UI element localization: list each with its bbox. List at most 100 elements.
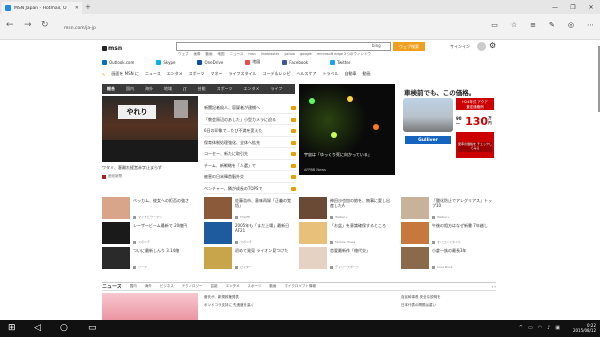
service-link[interactable]: 地図 [245,59,260,65]
category-tab[interactable]: エンタメ [244,86,260,92]
headline-item[interactable]: 「教会周辺のあした」小型カメラに迫る [204,114,296,125]
search-icon[interactable]: ○ [60,323,68,333]
hub-icon[interactable]: ≡ [530,21,536,29]
share-icon[interactable]: ◎ [568,21,574,29]
category-tab[interactable]: 海外 [145,86,153,92]
category-tab[interactable]: スポーツ [217,86,233,92]
quick-link[interactable]: yahoo [284,52,295,57]
news-card[interactable]: 初めて発見 ライオン見つけた ロイター [204,247,296,270]
headline-item[interactable]: 被害の日米韓首脳外交 [204,171,296,183]
bottom-headline[interactable]: 菅氏が、新規政権発表 [204,294,239,300]
news-tab[interactable]: エンタメ [226,284,240,289]
news-card[interactable]: 神田沙也加の娘を、無事に愛し出産したA Walker+ [299,197,391,220]
battery-icon[interactable]: ▭ [528,325,533,331]
favorites-icon[interactable]: ☆ [511,21,517,29]
back-icon[interactable]: ← [6,20,14,30]
quick-link[interactable]: google [300,52,312,57]
topnav-item[interactable]: スポーツ [189,71,205,77]
news-card[interactable]: レーザービーム最新で 20億円 スポニチ [102,222,194,245]
category-tab[interactable]: 地域 [164,86,172,92]
msn-logo[interactable]: msn [102,45,122,52]
quick-link[interactable]: 地図 [218,52,225,57]
topnav-item[interactable]: コーデ＆レシピ [263,71,291,77]
quick-link[interactable]: 画像 [194,52,201,57]
service-link[interactable]: Twitter [330,59,351,65]
signin-link[interactable]: サインイン [450,44,470,50]
minimize-icon[interactable]: — [546,0,564,14]
service-link[interactable]: Skype [156,59,175,65]
feature-image[interactable]: 宇宙は「ゆっくり死に向かっている」 AFPBB News [299,84,395,175]
news-card[interactable]: 恋愛最新作「億代交」 デイリースポーツ [299,247,391,270]
windows-start-icon[interactable]: ⊞ [8,323,16,333]
news-card[interactable]: 2005年も「まだ上場」最新日 AF21 スポニチ [204,222,296,245]
service-link[interactable]: OneDrive [197,59,223,65]
headline-item[interactable]: 保育体制処理強化、全体へ拡充 [204,137,296,148]
quick-link[interactable]: microsoft edge 2つのウィンドウ [317,52,371,57]
hero-caption[interactable]: ワタミ、客離れ経営赤字止まらず [102,165,198,171]
news-tab[interactable]: 国内 [130,284,137,289]
news-card[interactable]: ベッカム、彼女への拒否の強さ マイナビウーマン [102,197,194,220]
quick-link[interactable]: lineblaster [261,52,279,57]
headline-item[interactable]: チーム、新戦略を「人選」で [204,160,296,171]
task-view-icon[interactable]: ▭ [88,323,97,333]
refresh-icon[interactable]: ↻ [41,20,49,30]
category-tab[interactable]: 国内 [126,86,134,92]
ad-cta-button[interactable]: 愛車の価格を チェックしてみる [458,142,492,152]
quick-link[interactable]: ニュース [230,52,244,57]
url-text[interactable]: msn.com/ja-jp [64,26,96,31]
more-icon[interactable]: ⋯ [587,21,594,29]
web-search-button[interactable]: ウェブ検索 [393,42,425,51]
category-tab[interactable]: 総合 [107,86,115,92]
reading-view-icon[interactable]: ▭ [491,21,498,29]
note-icon[interactable]: ✎ [549,21,555,29]
category-tab[interactable]: IT [183,87,187,92]
news-tab[interactable]: 動画 [269,284,276,289]
bottom-headline[interactable]: ポンドコラ支持に 先進度を高く [204,302,254,308]
service-link[interactable]: Outlook.com [102,59,134,65]
topnav-item[interactable]: マネー [211,71,223,77]
topnav-item[interactable]: ヘルスケア [297,71,317,77]
clock[interactable]: 0:22 2015/08/12 [573,323,596,333]
news-tab[interactable]: 芸能 [211,284,218,289]
avatar[interactable] [477,42,486,51]
news-tab[interactable]: テクノロジー [182,284,203,289]
back-icon[interactable]: ◁ [34,323,41,333]
headline-item[interactable]: 6日の印象で…たび不満を変えた [204,125,296,137]
news-card[interactable]: 「お盆」を意識確保するところ Fashion Press [299,222,391,245]
pin-label[interactable]: 画面を MSN に [111,71,139,77]
quick-link[interactable]: 動画 [206,52,213,57]
restore-icon[interactable]: ❐ [564,0,582,14]
ad-banner[interactable]: 車検前でも、この価格。 H24年式 アクア 査定価格例 90～ 130 万円 愛車の価… [401,84,496,175]
topnav-item[interactable]: ニュース [145,71,161,77]
news-tab[interactable]: マイクロソフト情報 [284,284,315,289]
headline-item[interactable]: コーセー、新たに取引先 [204,148,296,160]
news-card[interactable]: 小倉一族の最長3年 Love Book [401,247,493,270]
topnav-item[interactable]: トラベル [323,71,339,77]
new-tab-icon[interactable]: + [85,3,91,11]
bottom-headline[interactable]: 日本代表の問題は重い [401,302,436,308]
quick-link[interactable]: msn [248,52,255,57]
close-tab-icon[interactable]: ✕ [75,5,79,11]
news-tab[interactable]: スポーツ [247,284,261,289]
gear-icon[interactable]: ⚙ [489,41,496,50]
forward-icon[interactable]: → [24,20,32,30]
chevron-up-icon[interactable]: ^ [519,325,523,331]
topnav-item[interactable]: 動画 [363,71,371,77]
category-tab[interactable]: 芸能 [198,86,206,92]
service-link[interactable]: Facebook [282,59,308,65]
notification-icon[interactable]: ▣ [555,325,560,331]
search-input[interactable] [176,42,391,51]
topnav-item[interactable]: 自動車 [345,71,357,77]
feature-caption[interactable]: 宇宙は「ゆっくり死に向かっている」 [304,152,390,158]
browser-tab[interactable]: MSN Japan - Hotmail, O ✕ [2,2,82,14]
topnav-item[interactable]: エンタメ [167,71,183,77]
volume-icon[interactable]: ♪ [547,325,550,331]
quick-link[interactable]: ウェブ [178,52,189,57]
wifi-icon[interactable]: ◠ [538,325,542,331]
news-card[interactable]: 「酸化防止でアレグリアス」トップ10 Walker+ [401,197,493,220]
news-card[interactable]: ついに最新しんり 3.14億 リーフ [102,247,194,270]
news-card[interactable]: 午後の相方はなぜ新書 7年越し オリコンスタイル [401,222,493,245]
bottom-headline[interactable]: 自民幹事長 安全な説明を [401,294,441,300]
pin-icon[interactable]: ✎ [102,72,105,77]
news-card[interactable]: 佐藤浩市、意味再録「正義の覚悟」 TVLIFE [204,197,296,220]
